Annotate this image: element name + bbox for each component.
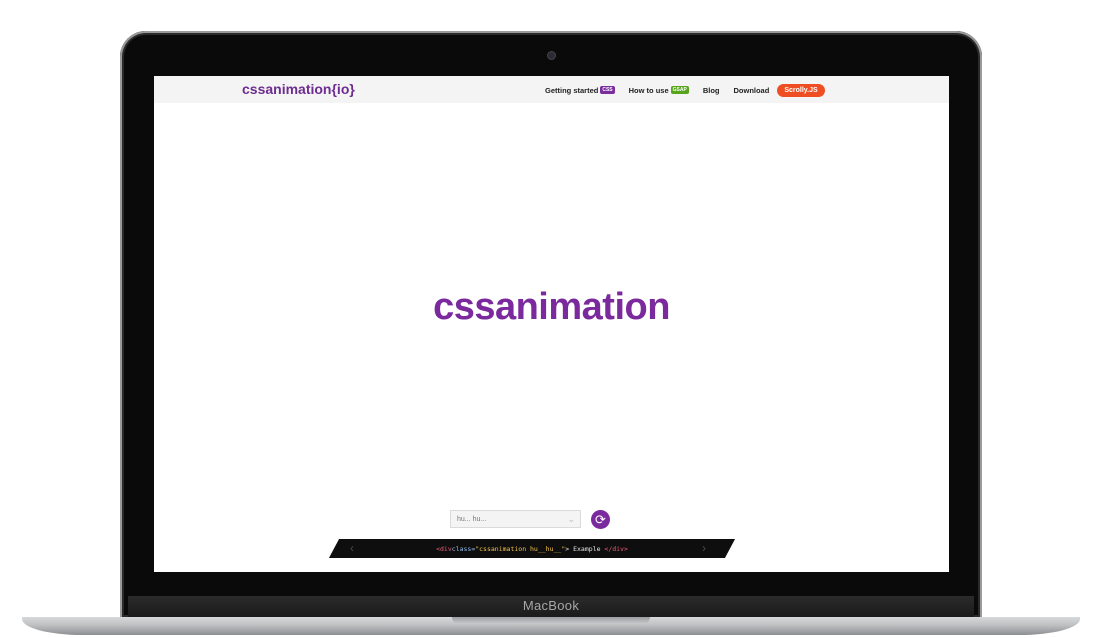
nav-label: Download [733, 85, 770, 95]
site-logo[interactable]: cssanimation{io} [242, 81, 355, 97]
laptop-notch [452, 617, 650, 624]
laptop-brand: MacBook [522, 598, 580, 613]
hero-animated-text: cssanimation [433, 286, 670, 328]
nav-download[interactable]: Download [733, 86, 769, 95]
code-close-tag: </div> [604, 544, 628, 553]
top-navbar: cssanimation{io} Getting started CSS How… [154, 76, 949, 103]
nav-label: Getting started [545, 85, 599, 95]
nav-label: Blog [702, 85, 720, 95]
code-attr: class= [451, 544, 476, 553]
animation-select[interactable]: hu... hu... ⌄ [450, 510, 581, 528]
animation-controls: hu... hu... ⌄ ⟳ [450, 509, 610, 529]
code-class-value: "cssanimation hu__hu__" [475, 544, 566, 553]
select-value: hu... hu... [457, 515, 487, 523]
chevron-down-icon: ⌄ [567, 514, 575, 524]
nav-getting-started[interactable]: Getting started CSS [545, 86, 615, 95]
nav-blog[interactable]: Blog [703, 86, 720, 95]
nav-how-to-use[interactable]: How to use GSAP [629, 86, 689, 95]
camera-icon [548, 52, 555, 59]
gsap-tag: GSAP [670, 86, 689, 94]
code-snippet: <div class= "cssanimation hu__hu__" > Exam… [334, 539, 730, 558]
scrolly-js-button[interactable]: Scrolly.JS [777, 83, 825, 97]
code-open-tag: <div [436, 544, 452, 553]
code-text: Example [569, 544, 605, 553]
nav-label: How to use [628, 85, 669, 95]
refresh-icon[interactable]: ⟳ [591, 509, 610, 529]
browser-screen: cssanimation{io} Getting started CSS How… [154, 76, 949, 572]
laptop-hinge: MacBook [128, 596, 974, 618]
css-tag: CSS [600, 86, 615, 94]
nav-menu: Getting started CSS How to use GSAP Blog… [545, 82, 825, 98]
